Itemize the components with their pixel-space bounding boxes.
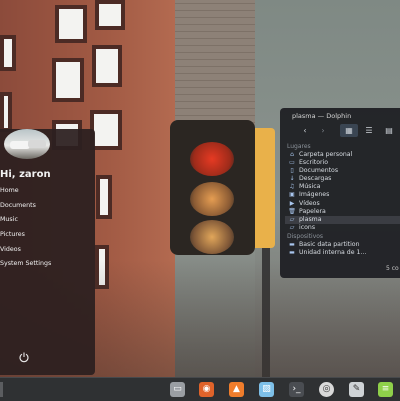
place-carpeta-personal[interactable]: ⌂ Carpeta personal (285, 151, 400, 159)
launcher-menu: Home Documents Music Pictures Videos Sys… (0, 184, 95, 272)
icons-view-icon[interactable]: ▦ (340, 124, 358, 137)
launcher-item-home[interactable]: Home (0, 184, 95, 199)
places-panel: Lugares ⌂ Carpeta personal ▭ Escritorio ▯ D… (285, 142, 400, 257)
place-imagenes[interactable]: ▣ Imágenes (285, 191, 400, 199)
power-icon[interactable] (18, 348, 30, 363)
greeting-text: Hi, zaron (0, 169, 51, 180)
places-header: Lugares (287, 143, 311, 150)
image-viewer-icon[interactable]: ▨ (259, 382, 274, 397)
desktop-icon: ▭ (289, 159, 295, 167)
back-icon[interactable]: ‹ (296, 124, 314, 137)
building-window (0, 35, 16, 71)
store-icon[interactable]: ▲ (229, 382, 244, 397)
launcher-item-videos[interactable]: Videos (0, 243, 95, 258)
terminal-icon[interactable]: ›_ (289, 382, 304, 397)
drive-icon: ▬ (289, 240, 295, 248)
device-internal-drive[interactable]: ▬ Unidad interna de 1... (285, 249, 400, 257)
documents-icon: ▯ (290, 167, 294, 175)
building-window (55, 5, 87, 43)
place-escritorio[interactable]: ▭ Escritorio (285, 159, 400, 167)
editor-icon[interactable]: ✎ (349, 382, 364, 397)
pictures-icon: ▣ (289, 191, 295, 199)
device-basic-data-partition[interactable]: ▬ Basic data partition (285, 241, 400, 249)
building-window (95, 0, 125, 30)
toolbar: ‹ › ▦ ☰ ▤ (286, 124, 400, 138)
launcher-item-system-settings[interactable]: System Settings (0, 257, 95, 272)
status-bar-text: 5 co (386, 265, 399, 272)
application-launcher: Hi, zaron Home Documents Music Pictures … (0, 129, 95, 375)
building-window (52, 58, 84, 102)
traffic-light (160, 120, 280, 260)
window-title: plasma — Dolphin (292, 112, 352, 120)
building-window (0, 92, 12, 132)
taskbar: ▭ ◉ ▲ ▨ ›_ ◎ ✎ ≡ (0, 377, 400, 401)
home-icon: ⌂ (290, 151, 294, 158)
firefox-icon[interactable]: ◉ (199, 382, 214, 397)
user-avatar[interactable] (4, 129, 50, 159)
place-papelera[interactable]: 🗑 Papelera (285, 208, 400, 216)
android-icon[interactable]: ≡ (378, 382, 393, 397)
launcher-item-documents[interactable]: Documents (0, 199, 95, 214)
place-videos[interactable]: ▶ Vídeos (285, 200, 400, 208)
dolphin-window: plasma — Dolphin ‹ › ▦ ☰ ▤ Lugares ⌂ Carp… (280, 108, 400, 278)
videos-icon: ▶ (289, 199, 295, 207)
compact-view-icon[interactable]: ☰ (360, 124, 378, 137)
downloads-icon: ↓ (289, 175, 295, 183)
launcher-item-music[interactable]: Music (0, 213, 95, 228)
taskbar-edge (0, 382, 3, 397)
details-view-icon[interactable]: ▤ (380, 124, 398, 137)
building-window (96, 175, 112, 219)
place-plasma[interactable]: ▱ plasma (285, 215, 400, 224)
music-icon: ♫ (289, 183, 295, 191)
place-documentos[interactable]: ▯ Documentos (285, 167, 400, 175)
folder-icon: ▱ (289, 223, 295, 231)
devices-header: Dispositivos (287, 232, 324, 240)
place-icons[interactable]: ▱ icons (285, 224, 400, 232)
building-window (92, 45, 122, 87)
drive-icon: ▬ (289, 249, 295, 257)
settings-icon[interactable]: ◎ (319, 382, 334, 397)
forward-icon[interactable]: › (314, 124, 332, 137)
trash-icon: 🗑 (288, 207, 296, 215)
launcher-item-pictures[interactable]: Pictures (0, 228, 95, 243)
folder-icon: ▱ (289, 215, 295, 223)
files-icon[interactable]: ▭ (170, 382, 185, 397)
